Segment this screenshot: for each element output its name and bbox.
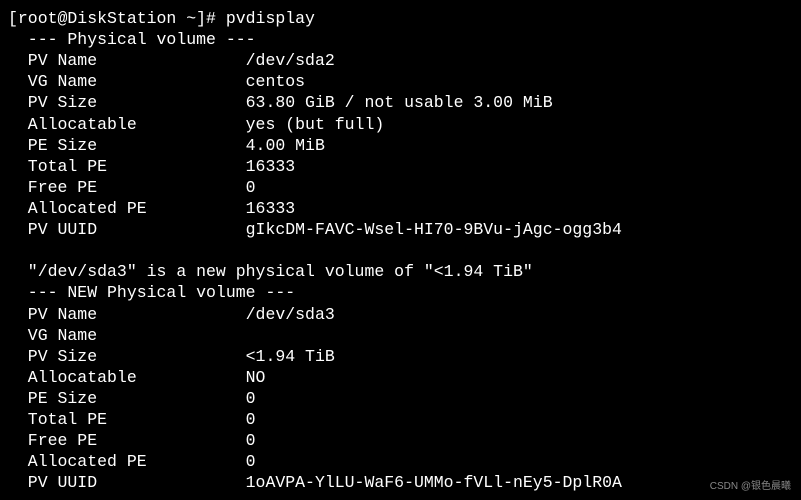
field-label: Allocated PE <box>8 452 246 471</box>
field-value: 16333 <box>246 157 296 176</box>
field-label: Total PE <box>8 410 246 429</box>
field-label: PV Name <box>8 305 246 324</box>
pv1-free: Free PE 0 <box>8 177 793 198</box>
section-header: --- NEW Physical volume --- <box>8 282 793 303</box>
pv2-total: Total PE 0 <box>8 409 793 430</box>
pv1-alloc: Allocatable yes (but full) <box>8 114 793 135</box>
field-value: 63.80 GiB / not usable 3.00 MiB <box>246 93 553 112</box>
field-label: VG Name <box>8 326 246 345</box>
prompt-line: [root@DiskStation ~]# pvdisplay <box>8 8 793 29</box>
new-pv-notice: "/dev/sda3" is a new physical volume of … <box>8 261 793 282</box>
field-value: 4.00 MiB <box>246 136 325 155</box>
blank-line <box>8 240 793 261</box>
pv1-size: PV Size 63.80 GiB / not usable 3.00 MiB <box>8 92 793 113</box>
field-value: /dev/sda2 <box>246 51 335 70</box>
field-label: PV Size <box>8 347 246 366</box>
pv2-free: Free PE 0 <box>8 430 793 451</box>
pv1-uuid: PV UUID gIkcDM-FAVC-Wsel-HI70-9BVu-jAgc-… <box>8 219 793 240</box>
pv2-allocpe: Allocated PE 0 <box>8 451 793 472</box>
pv2-alloc: Allocatable NO <box>8 367 793 388</box>
field-label: PE Size <box>8 389 246 408</box>
field-label: Allocatable <box>8 115 246 134</box>
field-value: 0 <box>246 431 256 450</box>
field-label: Allocatable <box>8 368 246 387</box>
pv2-vg: VG Name <box>8 325 793 346</box>
field-label: Free PE <box>8 431 246 450</box>
pv2-uuid: PV UUID 1oAVPA-YlLU-WaF6-UMMo-fVLl-nEy5-… <box>8 472 793 493</box>
pv2-size: PV Size <1.94 TiB <box>8 346 793 367</box>
pv2-name: PV Name /dev/sda3 <box>8 304 793 325</box>
field-label: PV UUID <box>8 220 246 239</box>
field-value: 0 <box>246 389 256 408</box>
pv1-name: PV Name /dev/sda2 <box>8 50 793 71</box>
field-value: NO <box>246 368 266 387</box>
field-value: centos <box>246 72 305 91</box>
field-label: Free PE <box>8 178 246 197</box>
field-value: /dev/sda3 <box>246 305 335 324</box>
field-label: PV UUID <box>8 473 246 492</box>
pv1-pesize: PE Size 4.00 MiB <box>8 135 793 156</box>
field-label: VG Name <box>8 72 246 91</box>
field-value: 0 <box>246 410 256 429</box>
watermark-text: CSDN @银色晨曦 <box>710 481 791 494</box>
field-label: PE Size <box>8 136 246 155</box>
field-value: 16333 <box>246 199 296 218</box>
command-text: pvdisplay <box>226 9 315 28</box>
pv1-allocpe: Allocated PE 16333 <box>8 198 793 219</box>
field-value: 1oAVPA-YlLU-WaF6-UMMo-fVLl-nEy5-DplR0A <box>246 473 622 492</box>
section-header: --- Physical volume --- <box>8 29 793 50</box>
field-label: Total PE <box>8 157 246 176</box>
field-label: PV Name <box>8 51 246 70</box>
field-value: 0 <box>246 178 256 197</box>
pv2-pesize: PE Size 0 <box>8 388 793 409</box>
field-value: <1.94 TiB <box>246 347 335 366</box>
field-value: 0 <box>246 452 256 471</box>
field-label: PV Size <box>8 93 246 112</box>
pv1-total: Total PE 16333 <box>8 156 793 177</box>
field-value: yes (but full) <box>246 115 385 134</box>
shell-prompt: [root@DiskStation ~]# <box>8 9 226 28</box>
field-label: Allocated PE <box>8 199 246 218</box>
pv1-vg: VG Name centos <box>8 71 793 92</box>
field-value: gIkcDM-FAVC-Wsel-HI70-9BVu-jAgc-ogg3b4 <box>246 220 622 239</box>
